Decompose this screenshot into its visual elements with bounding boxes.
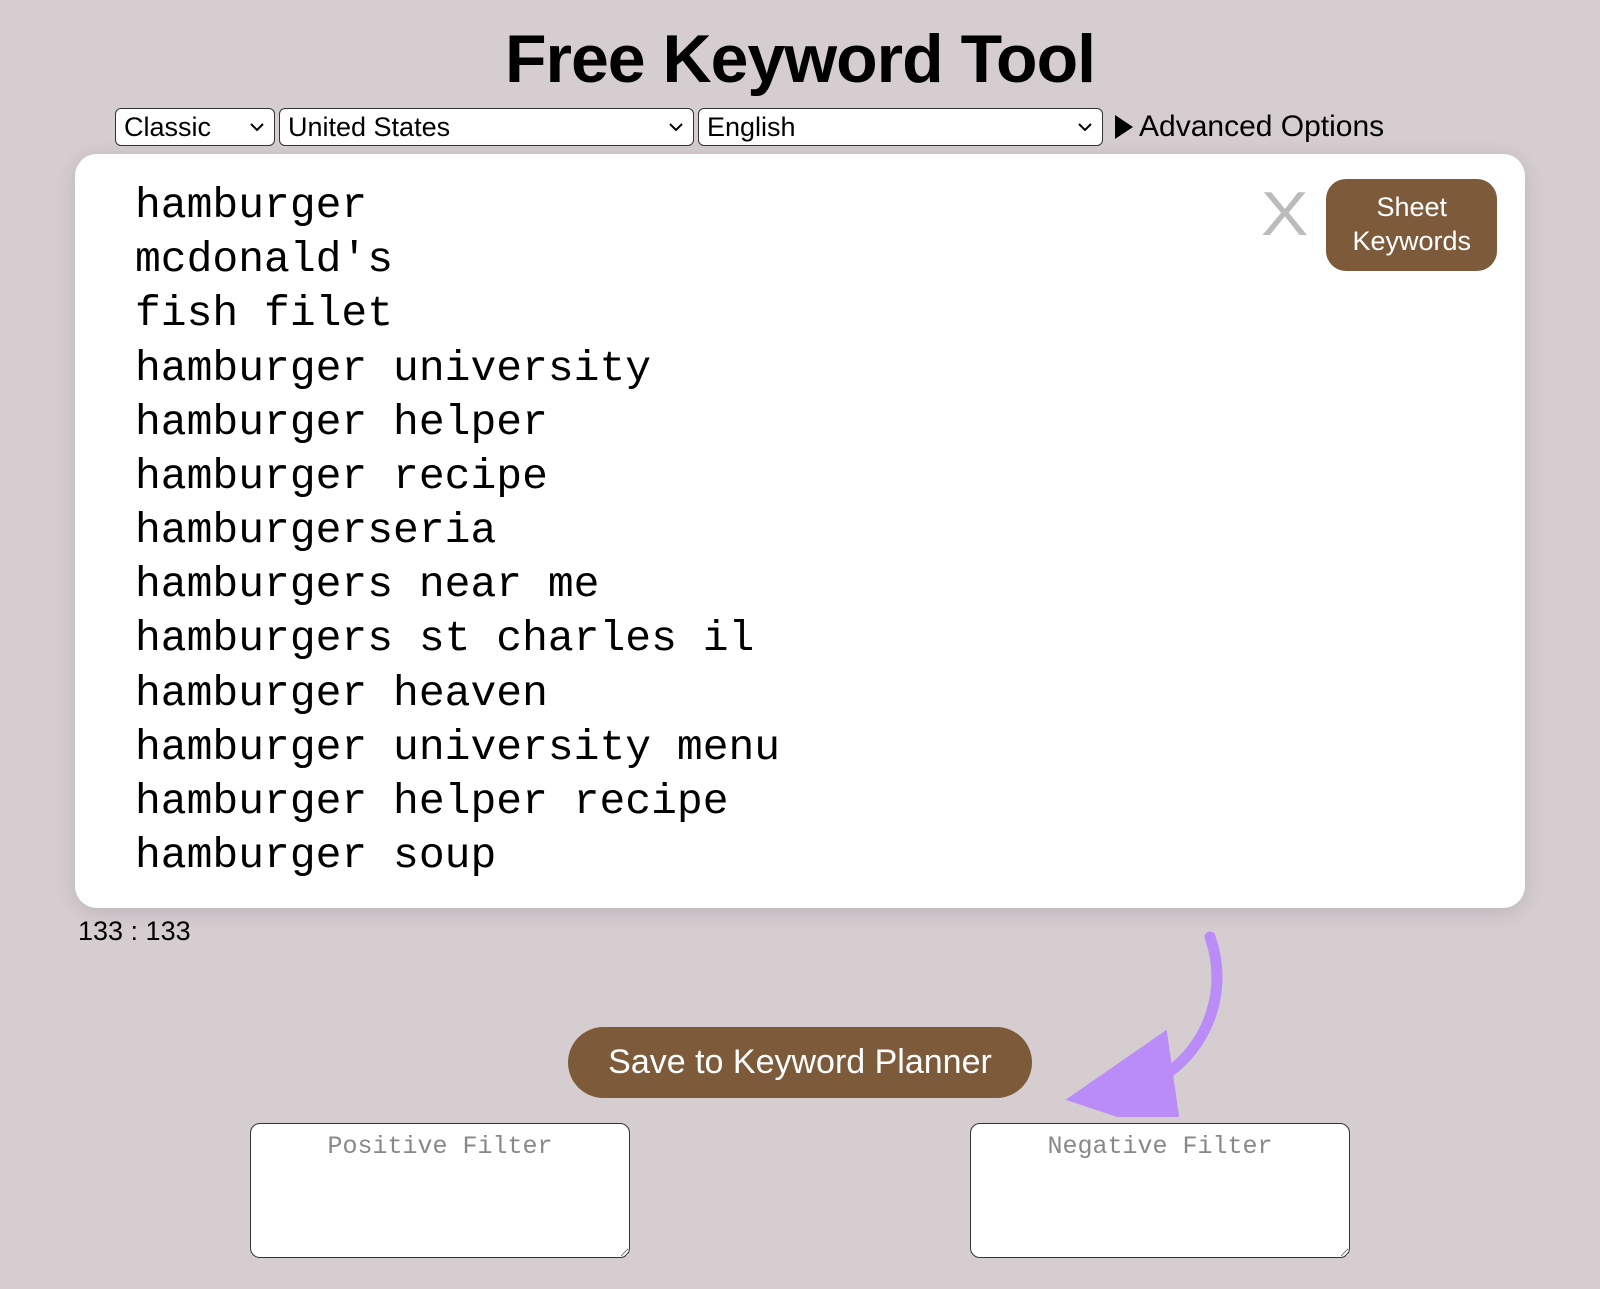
keyword-counter: 133 : 133 [78,916,1530,947]
negative-filter-input[interactable] [970,1123,1350,1258]
clear-input-button[interactable]: X [1261,184,1309,246]
page-title: Free Keyword Tool [70,20,1530,98]
country-select[interactable]: United States [279,108,694,146]
filters-row [70,1123,1530,1258]
save-to-planner-button[interactable]: Save to Keyword Planner [568,1027,1032,1098]
language-select[interactable]: English [698,108,1103,146]
positive-filter-input[interactable] [250,1123,630,1258]
controls-row: Classic United States English Advanced O… [70,108,1530,146]
sheet-keywords-button[interactable]: Sheet Keywords [1326,179,1497,271]
keyword-textarea[interactable]: hamburger mcdonald's fish filet hamburge… [135,179,1495,883]
advanced-options-toggle[interactable]: Advanced Options [1115,110,1384,144]
advanced-options-label: Advanced Options [1139,110,1384,144]
triangle-right-icon [1115,115,1133,139]
mode-select[interactable]: Classic [115,108,275,146]
sheet-keywords-label-1: Sheet [1376,192,1447,222]
sheet-keywords-label-2: Keywords [1352,226,1471,256]
annotation-arrow-icon [1060,927,1260,1117]
keyword-input-card: hamburger mcdonald's fish filet hamburge… [75,154,1525,908]
